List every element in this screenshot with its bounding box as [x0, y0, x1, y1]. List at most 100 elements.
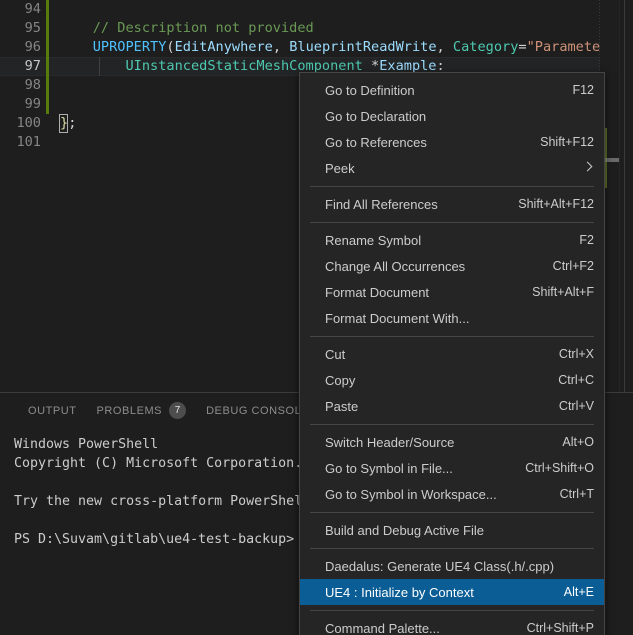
line-number: 101 [16, 134, 41, 150]
menu-item-label: Copy [325, 372, 356, 388]
menu-item-label: Format Document With... [325, 310, 470, 326]
menu-item-label: Paste [325, 398, 359, 414]
line-number: 99 [24, 96, 41, 112]
code-text: UPROPERTY(EditAnywhere, BlueprintReadWri… [60, 38, 633, 57]
menu-item-format-document[interactable]: Format Document Shift+Alt+F [300, 279, 604, 305]
tab-label: OUTPUT [28, 404, 77, 417]
menu-item-go-to-symbol-in-file[interactable]: Go to Symbol in File... Ctrl+Shift+O [300, 455, 604, 481]
menu-item-go-to-declaration[interactable]: Go to Declaration [300, 103, 604, 129]
menu-item-label: Go to Symbol in Workspace... [325, 486, 497, 502]
menu-item-paste[interactable]: Paste Ctrl+V [300, 393, 604, 419]
menu-item-change-all-occurrences[interactable]: Change All Occurrences Ctrl+F2 [300, 253, 604, 279]
menu-item-find-all-references[interactable]: Find All References Shift+Alt+F12 [300, 191, 604, 217]
menu-item-shortcut: Ctrl+Shift+O [525, 461, 594, 475]
menu-item-ue4-initialize-by-context[interactable]: UE4 : Initialize by Context Alt+E [300, 579, 604, 605]
punct-token: , [272, 39, 290, 55]
menu-item-label: Go to Definition [325, 82, 415, 98]
line-number: 94 [24, 1, 41, 17]
menu-item-label: Peek [325, 160, 355, 176]
punct-token: , [436, 39, 453, 55]
line-number: 98 [24, 77, 41, 93]
menu-item-shortcut: Shift+Alt+F [532, 285, 594, 299]
git-added-indicator [46, 19, 49, 38]
menu-item-switch-header-source[interactable]: Switch Header/Source Alt+O [300, 429, 604, 455]
menu-item-label: Format Document [325, 284, 430, 300]
git-added-indicator [46, 57, 49, 76]
menu-item-label: Find All References [325, 196, 438, 212]
menu-separator [310, 610, 594, 611]
chevron-right-icon [582, 162, 594, 174]
code-text: }; [60, 114, 76, 133]
menu-item-shortcut: F12 [572, 83, 594, 97]
menu-item-cut[interactable]: Cut Ctrl+X [300, 341, 604, 367]
arg-token: EditAnywhere [174, 39, 273, 55]
arg-token: Category [452, 39, 519, 55]
menu-item-shortcut: Shift+Alt+F12 [518, 197, 594, 211]
menu-item-label: Command Palette... [325, 620, 440, 635]
macro-token: UPROPERTY [92, 39, 167, 55]
menu-separator [310, 336, 594, 337]
menu-item-shortcut: F2 [579, 233, 594, 247]
ruler-guide-line [624, 0, 625, 392]
menu-item-daedalus-generate-ue4-class-h-cpp[interactable]: Daedalus: Generate UE4 Class(.h/.cpp) [300, 553, 604, 579]
menu-item-label: Go to References [325, 134, 427, 150]
git-added-indicator [46, 0, 49, 19]
menu-item-label: Go to Declaration [325, 108, 427, 124]
punct-token: = [518, 39, 527, 55]
menu-item-shortcut: Ctrl+C [558, 373, 594, 387]
menu-item-label: Daedalus: Generate UE4 Class(.h/.cpp) [325, 558, 555, 574]
punct-token: ( [166, 39, 175, 55]
menu-separator [310, 512, 594, 513]
menu-item-command-palette[interactable]: Command Palette... Ctrl+Shift+P [300, 615, 604, 635]
menu-item-label: Cut [325, 346, 346, 362]
menu-item-format-document-with[interactable]: Format Document With... [300, 305, 604, 331]
punct-token: ; [68, 115, 77, 131]
tab-output[interactable]: OUTPUT [18, 393, 87, 428]
menu-item-shortcut: Alt+E [563, 585, 594, 599]
menu-item-label: Build and Debug Active File [325, 522, 484, 538]
menu-item-peek[interactable]: Peek [300, 155, 604, 181]
line-number: 96 [24, 39, 41, 55]
menu-item-go-to-definition[interactable]: Go to Definition F12 [300, 77, 604, 103]
menu-item-label: Go to Symbol in File... [325, 460, 453, 476]
menu-separator [310, 222, 594, 223]
tab-label: PROBLEMS [96, 404, 163, 417]
menu-item-go-to-references[interactable]: Go to References Shift+F12 [300, 129, 604, 155]
menu-item-shortcut: Ctrl+F2 [552, 259, 594, 273]
menu-separator [310, 186, 594, 187]
code-line[interactable]: 96 UPROPERTY(EditAnywhere, BlueprintRead… [0, 38, 633, 57]
line-number: 100 [16, 115, 41, 131]
menu-item-label: Change All Occurrences [325, 258, 466, 274]
tab-problems[interactable]: PROBLEMS 7 [87, 393, 197, 428]
code-text: // Description not provided [60, 19, 314, 38]
git-added-indicator [46, 95, 49, 114]
menu-item-shortcut: Shift+F12 [540, 135, 594, 149]
menu-item-copy[interactable]: Copy Ctrl+C [300, 367, 604, 393]
comment-token: // Description not provided [92, 20, 314, 36]
editor-context-menu[interactable]: Go to Definition F12 Go to Declaration Go t… [299, 72, 605, 635]
menu-item-label: UE4 : Initialize by Context [325, 584, 474, 600]
scrollbar-overview-ruler[interactable] [619, 0, 633, 392]
menu-item-shortcut: Ctrl+T [559, 487, 594, 501]
problems-count-badge: 7 [169, 402, 187, 419]
menu-item-shortcut: Ctrl+Shift+P [526, 621, 594, 635]
menu-item-label: Switch Header/Source [325, 434, 455, 450]
arg-token: BlueprintReadWrite [289, 39, 437, 55]
menu-item-go-to-symbol-in-workspace[interactable]: Go to Symbol in Workspace... Ctrl+T [300, 481, 604, 507]
vscode-window: 94 95 // Description not provided 96 UPR… [0, 0, 633, 635]
menu-item-label: Rename Symbol [325, 232, 422, 248]
menu-item-shortcut: Ctrl+X [558, 347, 594, 361]
menu-item-rename-symbol[interactable]: Rename Symbol F2 [300, 227, 604, 253]
code-line[interactable]: 95 // Description not provided [0, 19, 633, 38]
line-number: 97 [24, 58, 41, 74]
brace-token: } [60, 115, 69, 131]
menu-item-build-and-debug-active-file[interactable]: Build and Debug Active File [300, 517, 604, 543]
tab-label: DEBUG CONSOLE [206, 404, 310, 417]
code-line[interactable]: 94 [0, 0, 633, 19]
menu-separator [310, 548, 594, 549]
menu-item-shortcut: Alt+O [562, 435, 594, 449]
line-number: 95 [24, 20, 41, 36]
git-added-indicator [46, 38, 49, 57]
git-added-indicator [46, 76, 49, 95]
menu-item-shortcut: Ctrl+V [558, 399, 594, 413]
